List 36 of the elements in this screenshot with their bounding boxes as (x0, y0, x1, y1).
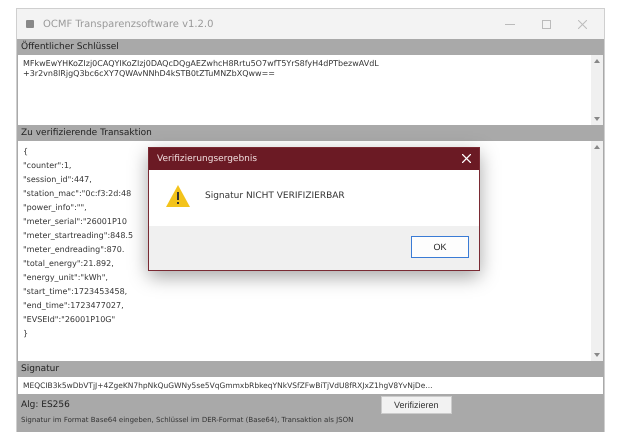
public-key-field[interactable]: MFkwEwYHKoZIzj0CAQYIKoZIzj0DAQcDQgAEZwhcH8Rrtu5O7wfT5YrS8fyH4dPTbezwAVdL +3r2vn8lRjgQ3bc6cXY7QWAvNNhD4kSTB0tZTuMNZbXQww== (18, 55, 603, 125)
code-line: "counter":1, (23, 160, 72, 172)
dialog-message: Signatur NICHT VERIFIZIERBAR (205, 191, 345, 201)
code-line: "meter_endreading":870. (23, 244, 124, 256)
code-line: "session_id":447, (23, 174, 92, 186)
algorithm-label: Alg: ES256 (21, 400, 71, 410)
window-title: OCMF Transparenzsoftware v1.2.0 (43, 18, 214, 30)
close-icon (578, 20, 586, 28)
maximize-icon (542, 20, 550, 28)
section-label: Zu verifizierende Transaktion (20, 127, 153, 140)
scrollbar[interactable] (591, 55, 603, 125)
up-arrow-icon (594, 145, 600, 149)
code-line: { (23, 146, 28, 158)
code-line: "energy_unit":"kWh", (23, 272, 108, 284)
code-line: } (23, 328, 28, 340)
code-line: "station_mac":"0c:f3:2d:48 (23, 188, 132, 200)
section-label: Öffentlicher Schlüssel (20, 40, 120, 54)
code-line: "meter_startreading":848.5 (23, 230, 134, 242)
code-line: "EVSEId":"26001P10G" (23, 314, 116, 326)
close-button[interactable] (462, 152, 471, 166)
close-icon (462, 154, 471, 163)
code-line: "power_info":"", (23, 202, 87, 214)
scrollbar[interactable] (591, 141, 603, 361)
code-line: "meter_serial":"26001P10 (23, 216, 127, 228)
section-label: Signatur (20, 363, 60, 376)
ok-button[interactable]: OK (411, 236, 469, 258)
app-icon (25, 19, 35, 29)
down-arrow-icon (594, 353, 600, 357)
code-line: "start_time":1723453458, (23, 286, 128, 298)
up-arrow-icon (594, 59, 600, 63)
dialog-title: Verifizierungsergebnis (157, 154, 258, 164)
down-arrow-icon (594, 117, 600, 121)
code-line: "total_energy":21.892, (23, 258, 114, 270)
warning-icon (165, 184, 191, 208)
verify-button[interactable]: Verifizieren (381, 396, 452, 414)
code-line: "end_time":1723477027, (23, 300, 124, 312)
